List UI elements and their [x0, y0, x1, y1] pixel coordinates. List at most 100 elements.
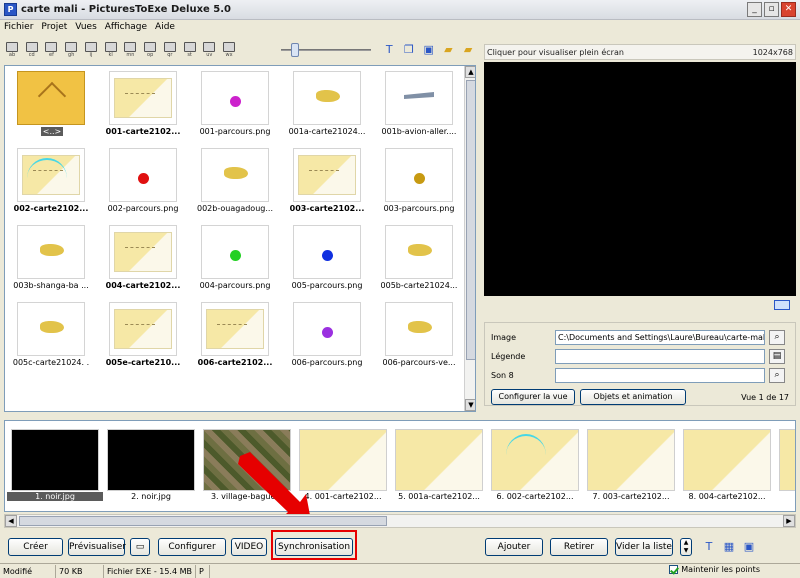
menu-vues[interactable]: Vues [75, 22, 96, 32]
gallery-item[interactable]: 006-parcours-ve... [373, 297, 465, 374]
h-scroll-thumb[interactable] [19, 516, 387, 526]
screen-icon[interactable]: ▭ [130, 538, 150, 556]
gallery-item[interactable]: 003-parcours.png [373, 143, 465, 220]
gallery-item[interactable]: 006-carte2102... [189, 297, 281, 374]
close-button[interactable]: ✕ [781, 2, 796, 17]
drive-icon[interactable]: wx [221, 41, 237, 59]
gallery-item[interactable]: 006-parcours.png [281, 297, 373, 374]
gallery-item-label: 006-parcours.png [291, 358, 363, 367]
sound-field[interactable] [555, 367, 765, 383]
timeline-slide[interactable]: 6. 002-carte2102... [491, 429, 579, 501]
browse-image-icon[interactable]: ⌕ [769, 329, 785, 345]
add-button[interactable]: Ajouter [485, 538, 543, 556]
browse-sound-icon[interactable]: ⌕ [769, 367, 785, 383]
marker-dot [138, 173, 149, 184]
fullscreen-icon[interactable] [774, 300, 790, 310]
timeline-slide[interactable]: 5. 001a-carte2102... [395, 429, 483, 501]
copy-icon[interactable]: ❐ [401, 42, 417, 58]
image-path-field[interactable]: C:\Documents and Settings\Laure\Bureau\c… [555, 329, 765, 345]
minimize-button[interactable]: _ [747, 2, 762, 17]
gallery-item[interactable]: 004-carte2102... [97, 220, 189, 297]
drive-icon[interactable]: kl [103, 41, 119, 59]
keep-points-checkbox[interactable] [669, 565, 679, 574]
timeline-slide[interactable]: 9. 0 [779, 429, 795, 501]
preview-screen[interactable] [484, 62, 796, 296]
gallery-item[interactable]: 005c-carte21024. . [5, 297, 97, 374]
thumbnail [201, 148, 269, 202]
scroll-left-icon[interactable]: ◀ [5, 515, 17, 527]
drive-icon[interactable]: cd [24, 41, 40, 59]
menu-projet[interactable]: Projet [41, 22, 67, 32]
text-icon[interactable]: T [381, 42, 397, 58]
drive-icon[interactable]: st [182, 41, 198, 59]
scroll-right-icon[interactable]: ▶ [783, 515, 795, 527]
slide-timeline: 1. noir.jpg 2. noir.jpg 3. village-bague..… [4, 420, 796, 512]
scroll-up-icon[interactable]: ▲ [465, 66, 475, 78]
status-bar: Modifié 70 KB Fichier EXE - 15.4 MB P Ma… [0, 563, 800, 578]
folder-up-icon[interactable]: ▰ [460, 42, 476, 58]
timeline-slide[interactable]: 1. noir.jpg [7, 429, 103, 501]
drive-icon[interactable]: mn [122, 41, 138, 59]
scroll-down-icon[interactable]: ▼ [465, 399, 475, 411]
gallery-item[interactable]: 001b-avion-aller.... [373, 66, 465, 143]
gallery-item[interactable]: 002-carte2102... [5, 143, 97, 220]
configure-button[interactable]: Configurer [158, 538, 226, 556]
drive-icon[interactable]: op [142, 41, 158, 59]
create-button[interactable]: Créer [8, 538, 63, 556]
gallery-item[interactable]: 005b-carte21024... [373, 220, 465, 297]
timeline-scrollbar[interactable]: ◀ ▶ [4, 514, 796, 528]
map-thumbnail [114, 309, 172, 349]
list-icon[interactable]: ▦ [722, 540, 736, 554]
thumbnail [109, 148, 177, 202]
gallery-item[interactable]: 001-parcours.png [189, 66, 281, 143]
parent-folder-item[interactable]: <..> [5, 66, 97, 143]
gallery-item[interactable]: 005e-carte210... [97, 297, 189, 374]
drive-icon[interactable]: gh [63, 41, 79, 59]
menu-affichage[interactable]: Affichage [105, 22, 147, 32]
drive-icon[interactable]: ij [83, 41, 99, 59]
menu-aide[interactable]: Aide [155, 22, 175, 32]
slide-label: 9. 0 [775, 492, 795, 501]
drive-icon[interactable]: qr [162, 41, 178, 59]
image-edit-icon[interactable]: ▣ [421, 42, 437, 58]
text-icon[interactable]: T [702, 540, 716, 554]
menu-fichier[interactable]: Fichier [4, 22, 33, 32]
clear-list-button[interactable]: Vider la liste [615, 538, 673, 556]
drive-icon[interactable]: ef [43, 41, 59, 59]
move-updown-icon[interactable]: ▲ ▼ [680, 538, 692, 556]
gallery-item[interactable]: 005-parcours.png [281, 220, 373, 297]
gallery-item[interactable]: 004-parcours.png [189, 220, 281, 297]
scroll-thumb[interactable] [466, 80, 475, 360]
drive-icon[interactable]: ab [4, 41, 20, 59]
gallery-scrollbar[interactable]: ▲ ▼ [464, 66, 475, 411]
gallery-item-label: 006-parcours-ve... [382, 358, 456, 367]
gallery-item[interactable]: 001-carte2102... [97, 66, 189, 143]
caption-field[interactable] [555, 348, 765, 364]
remove-button[interactable]: Retirer [550, 538, 608, 556]
timeline-slide[interactable]: 8. 004-carte2102... [683, 429, 771, 501]
timeline-slide[interactable]: 2. noir.jpg [107, 429, 195, 501]
gallery-item-label: 002b-ouagadoug... [197, 204, 273, 213]
region-shape [408, 244, 432, 256]
drive-toolbar: ab cd ef gh ij kl mn op qr st uv wx T ❐ … [4, 38, 480, 62]
video-button[interactable]: VIDEO [231, 538, 267, 556]
gallery-item[interactable]: 003-carte2102... [281, 143, 373, 220]
caption-edit-icon[interactable]: ▤ [769, 348, 785, 364]
thumbnail-size-slider[interactable] [280, 43, 371, 57]
preview-button[interactable]: Prévisualiser [68, 538, 126, 556]
objects-animation-button[interactable]: Objets et animation [580, 389, 686, 405]
keep-points-option[interactable]: Maintenir les points [669, 565, 760, 574]
preview-hint[interactable]: Cliquer pour visualiser plein écran [485, 48, 624, 57]
timeline-slide[interactable]: 7. 003-carte2102... [587, 429, 675, 501]
maximize-button[interactable]: ▫ [764, 2, 779, 17]
marker-dot [230, 250, 241, 261]
image-edit-icon[interactable]: ▣ [742, 540, 756, 554]
folder-icon[interactable]: ▰ [441, 42, 457, 58]
drive-icon[interactable]: uv [201, 41, 217, 59]
slider-thumb[interactable] [290, 43, 299, 57]
gallery-item[interactable]: 001a-carte21024... [281, 66, 373, 143]
gallery-item[interactable]: 003b-shanga-ba ... [5, 220, 97, 297]
configure-view-button[interactable]: Configurer la vue [491, 389, 575, 405]
gallery-item[interactable]: 002-parcours.png [97, 143, 189, 220]
gallery-item[interactable]: 002b-ouagadoug... [189, 143, 281, 220]
